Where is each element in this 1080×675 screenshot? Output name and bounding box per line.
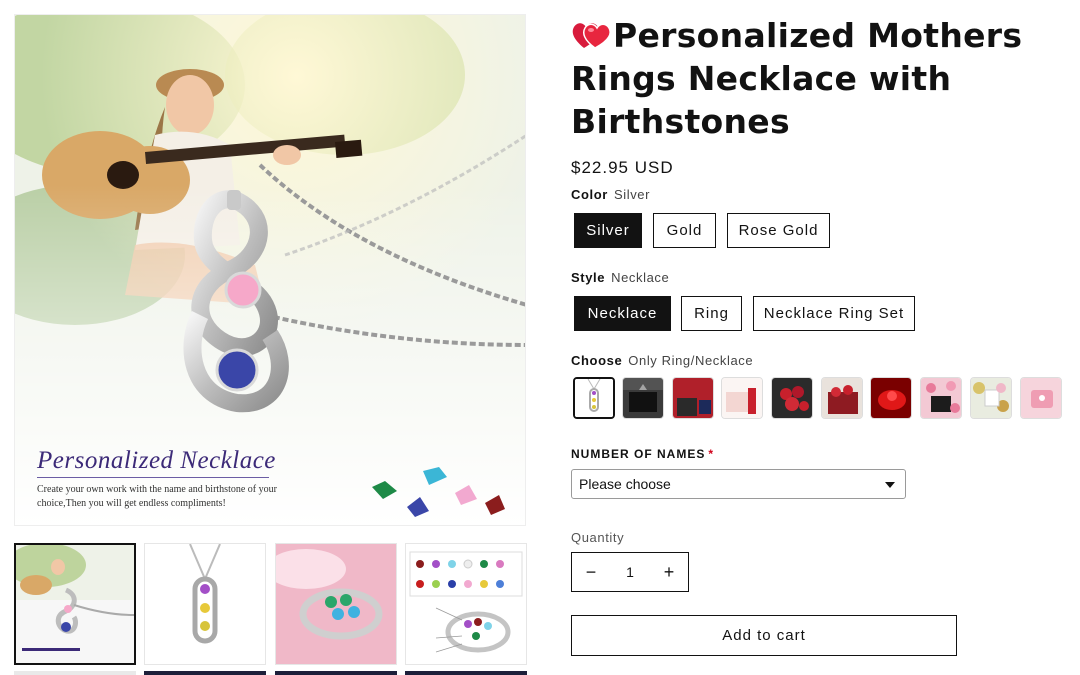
style-selected-value: Necklace (611, 270, 670, 285)
quantity-stepper: − 1 + (571, 552, 689, 592)
thumbnail-strip (14, 543, 527, 675)
swatch-pink-box-image (722, 378, 762, 418)
thumbnail-1[interactable] (14, 543, 136, 665)
number-of-names-text: NUMBER OF NAMES (571, 447, 706, 461)
choose-selected-value: Only Ring/Necklace (628, 353, 754, 368)
choose-swatch-black-gift-box[interactable] (622, 377, 664, 419)
choose-swatch-flower-box[interactable] (821, 377, 863, 419)
choose-swatch-red-gift-bag[interactable] (672, 377, 714, 419)
thumbnail-3-image (276, 544, 396, 664)
swatch-rose-box-image (772, 378, 812, 418)
quantity-increase-button[interactable]: + (650, 553, 688, 591)
add-to-cart-button[interactable]: Add to cart (571, 615, 957, 656)
swatch-pink-roses-image (921, 378, 961, 418)
quantity-label: Quantity (571, 530, 625, 545)
color-selected-value: Silver (613, 187, 651, 202)
thumbnail-2-image (145, 544, 265, 664)
swatch-necklace-image (575, 379, 613, 417)
color-silver-button[interactable]: Silver (574, 213, 642, 248)
swatch-flower-box-image (822, 378, 862, 418)
chevron-down-icon (885, 482, 895, 488)
thumbnail-2[interactable] (144, 543, 266, 665)
number-of-names-placeholder: Please choose (579, 476, 671, 492)
style-label: Style (571, 270, 606, 285)
choose-swatch-pink-roses[interactable] (920, 377, 962, 419)
thumbnail-1-image (16, 545, 134, 663)
product-title: Personalized Mothers Rings Necklace with… (571, 14, 1071, 143)
quantity-input[interactable]: 1 (610, 553, 650, 591)
caption-title: Personalized Necklace (37, 447, 276, 474)
main-product-image[interactable]: Personalized Necklace Create your own wo… (14, 14, 526, 526)
swatch-bouquet-image (971, 378, 1011, 418)
thumbnail-row-2-edge (14, 671, 136, 675)
choose-swatch-rose-box[interactable] (771, 377, 813, 419)
style-necklace-ring-set-button[interactable]: Necklace Ring Set (753, 296, 915, 331)
swatch-black-box-image (623, 378, 663, 418)
thumbnail-row-2-edge (144, 671, 266, 675)
choose-swatch-pink-case[interactable] (1020, 377, 1062, 419)
color-gold-button[interactable]: Gold (653, 213, 716, 248)
number-of-names-select[interactable]: Please choose (571, 469, 906, 499)
color-rose-gold-button[interactable]: Rose Gold (727, 213, 830, 248)
thumbnail-4[interactable] (405, 543, 527, 665)
thumbnail-row-2-edge (405, 671, 527, 675)
choose-option-label: Choose Only Ring/Necklace (571, 353, 753, 368)
quantity-decrease-button[interactable]: − (572, 553, 610, 591)
style-necklace-button[interactable]: Necklace (574, 296, 671, 331)
thumbnail-3[interactable] (275, 543, 397, 665)
swatch-red-lit-image (871, 378, 911, 418)
product-title-text: Personalized Mothers Rings Necklace with… (571, 16, 1023, 141)
swatch-pink-case-image (1021, 378, 1061, 418)
heart-icon (572, 23, 611, 49)
choose-label: Choose (571, 353, 623, 368)
caption-text: Create your own work with the name and b… (37, 484, 277, 509)
caption-underline (37, 477, 269, 478)
color-label: Color (571, 187, 608, 202)
choose-swatch-flower-bouquet[interactable] (970, 377, 1012, 419)
choose-swatch-red-lit-box[interactable] (870, 377, 912, 419)
choose-swatch-necklace-only[interactable] (573, 377, 615, 419)
style-ring-button[interactable]: Ring (681, 296, 742, 331)
color-option-label: Color Silver (571, 187, 650, 202)
choose-swatch-pink-box[interactable] (721, 377, 763, 419)
number-of-names-label: NUMBER OF NAMES * (571, 447, 714, 461)
thumbnail-4-image (406, 544, 526, 664)
product-price: $22.95 USD (571, 158, 674, 177)
thumbnail-row-2-edge (275, 671, 397, 675)
style-option-label: Style Necklace (571, 270, 669, 285)
swatch-red-bag-image (673, 378, 713, 418)
required-asterisk: * (708, 447, 715, 461)
